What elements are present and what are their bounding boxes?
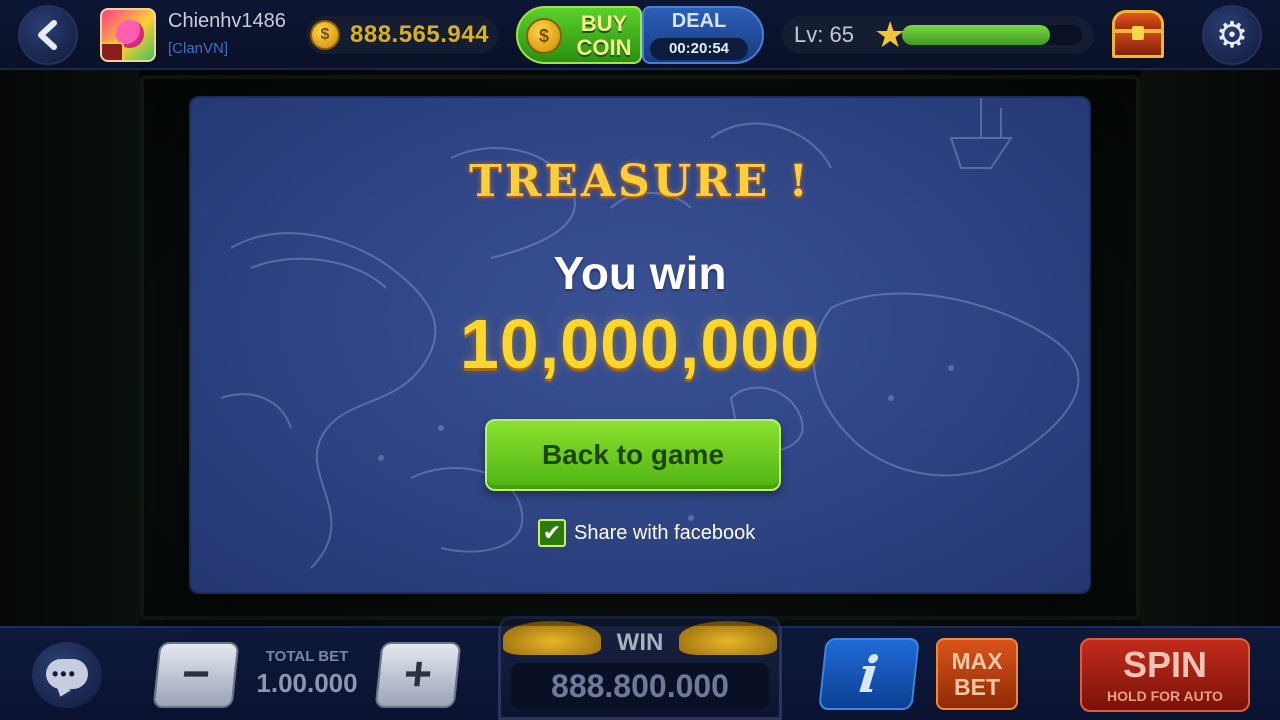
dialog-title: TREASURE ! — [469, 156, 811, 207]
chest-lock — [1132, 26, 1144, 40]
increase-bet-button[interactable]: + — [374, 642, 462, 708]
level-label: Lv: 65 — [794, 22, 854, 47]
player-clan[interactable]: [ClanVN] — [168, 40, 228, 57]
win-value: 888.800.000 — [511, 663, 769, 709]
share-facebook-checkbox[interactable]: ✔ — [538, 519, 566, 547]
checkmark-icon: ✔ — [542, 520, 562, 545]
player-avatar[interactable] — [100, 8, 156, 62]
coin-icon: $ — [526, 18, 562, 54]
win-label: WIN — [616, 629, 664, 656]
total-bet-panel: − TOTAL BET 1.00.000 + — [150, 638, 462, 712]
share-facebook-option[interactable]: ✔ Share with facebook — [538, 518, 755, 548]
coin-balance-amount: 888.565.944 — [350, 21, 489, 48]
info-button[interactable]: i — [818, 638, 920, 710]
total-bet-value: 1.00.000 — [256, 668, 358, 698]
total-bet-label: TOTAL BET — [265, 648, 349, 665]
settings-button[interactable]: ⚙ — [1202, 5, 1262, 65]
coin-balance: $ 888.565.944 — [306, 16, 498, 54]
chevron-left-icon — [38, 20, 57, 50]
chat-button[interactable]: ••• — [32, 642, 102, 708]
level-progress-bar — [902, 25, 1082, 45]
player-username: Chienhv1486 — [168, 10, 286, 32]
dialog-subtitle: You win — [553, 247, 727, 299]
info-icon: i — [856, 644, 882, 704]
buy-coin-label: BUY COIN — [576, 11, 632, 60]
buy-coin-button[interactable]: $ BUY COIN — [516, 6, 642, 64]
win-panel: WIN 888.800.000 — [498, 616, 782, 720]
back-to-game-button[interactable]: Back to game — [485, 419, 781, 491]
bottom-bar: ••• − TOTAL BET 1.00.000 + WIN 888.800.0… — [0, 616, 1280, 720]
win-amount: 10,000,000 — [459, 305, 821, 383]
coin-icon: $ — [310, 20, 340, 50]
share-facebook-label: Share with facebook — [574, 521, 756, 544]
level-panel: Lv: 65 ★ — [782, 16, 1094, 54]
deal-button[interactable]: DEAL 00:20:54 — [642, 6, 764, 64]
chat-dots: ••• — [52, 664, 77, 684]
avatar-badge — [102, 42, 124, 60]
treasure-chest-icon[interactable] — [1112, 10, 1164, 58]
gear-icon: ⚙ — [1215, 14, 1249, 55]
spin-button[interactable]: SPIN HOLD FOR AUTO — [1080, 638, 1250, 712]
back-button[interactable] — [18, 5, 78, 65]
max-bet-button[interactable]: MAX BET — [936, 638, 1018, 710]
spin-label: SPIN — [1122, 644, 1208, 685]
decrease-bet-button[interactable]: − — [152, 642, 240, 708]
level-progress-fill — [902, 25, 1050, 45]
top-bar: Chienhv1486 [ClanVN] $ 888.565.944 $ BUY… — [0, 0, 1280, 70]
treasure-win-dialog: TREASURE ! You win 10,000,000 Back to ga… — [191, 98, 1089, 592]
deal-timer: 00:20:54 — [650, 38, 748, 60]
spin-sublabel: HOLD FOR AUTO — [1107, 688, 1223, 704]
deal-label: DEAL — [671, 10, 727, 32]
